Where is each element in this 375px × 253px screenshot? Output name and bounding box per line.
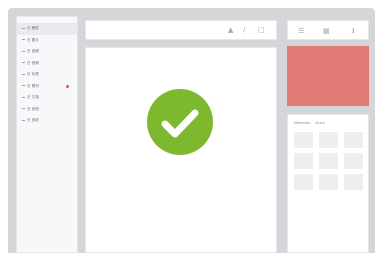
sidebar-item[interactable]: 日 视频 [17,58,77,70]
sidebar-list: 日 稿件 日 图片 日 音频 日 视频 日 标签 日 素材 日 文档 日 其他 … [17,17,77,127]
bullet-icon [22,85,25,86]
grid-cell[interactable] [344,174,363,190]
checkmark-icon [161,109,199,138]
bullet-icon [22,108,25,109]
main-canvas [85,47,277,253]
sidebar-item[interactable]: 日 稿件 [17,23,77,35]
notification-dot-icon [66,85,69,88]
sidebar-item-label: 日 其他 [27,106,39,111]
right-toolbar: ☰ ▦ ℹ [287,20,369,40]
grid-icon[interactable]: ▦ [323,26,330,36]
sidebar-item[interactable]: 日 图片 [17,35,77,47]
link-icon[interactable]: ∕ [243,25,245,35]
sidebar-item-label: 日 图片 [27,37,39,42]
preview-thumbnail[interactable] [287,46,369,106]
sidebar-item[interactable]: 日 其他 [17,104,77,116]
grid-cell[interactable] [319,153,338,169]
bullet-icon [22,73,25,75]
grid-cell[interactable] [344,132,363,148]
bullet-icon [22,50,25,52]
grid-cell[interactable] [294,153,313,169]
details-tabs: Metadata Share [294,121,329,125]
tab-metadata[interactable]: Metadata [294,121,310,125]
tab-share[interactable]: Share [315,121,325,125]
thumbnail-grid [294,132,363,190]
grid-cell[interactable] [294,174,313,190]
sidebar-item-label: 日 素材 [27,83,39,88]
grid-cell[interactable] [319,174,338,190]
success-badge [147,89,213,155]
main-toolbar: ▲ ∕ □ [85,20,277,40]
sidebar-item[interactable]: 日 回收 [17,115,77,127]
sidebar-item-label: 日 文档 [27,95,39,99]
bullet-icon [22,62,25,63]
bullet-icon [22,96,25,98]
sidebar: 日 稿件 日 图片 日 音频 日 视频 日 标签 日 素材 日 文档 日 其他 … [16,16,78,253]
sidebar-item[interactable]: 日 文档 [17,92,77,104]
bullet-icon [22,119,25,121]
grid-cell[interactable] [294,132,313,148]
sidebar-item-label: 日 标签 [27,72,39,76]
sidebar-item[interactable]: 日 标签 [17,69,77,81]
sidebar-item[interactable]: 日 素材 [17,81,77,93]
bullet-icon [22,39,25,40]
info-icon[interactable]: ℹ [352,26,355,36]
share-icon[interactable]: □ [258,25,265,35]
grid-cell[interactable] [344,153,363,169]
sidebar-item-label: 日 音频 [27,49,39,53]
lock-icon[interactable]: ▲ [228,25,233,35]
sidebar-item-label: 日 回收 [27,118,39,122]
sidebar-item-label: 日 视频 [27,60,39,65]
list-icon[interactable]: ☰ [298,26,304,36]
grid-cell[interactable] [319,132,338,148]
sidebar-item-label: 日 稿件 [27,26,39,30]
bullet-icon [22,27,25,29]
sidebar-item[interactable]: 日 音频 [17,46,77,58]
details-panel: Metadata Share [287,114,369,253]
